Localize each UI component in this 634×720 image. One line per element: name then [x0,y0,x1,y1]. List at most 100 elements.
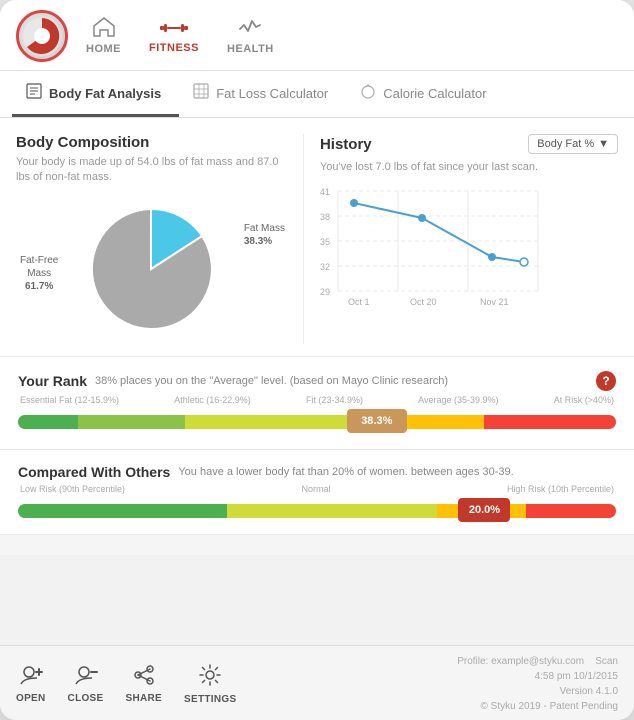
fitness-icon [160,18,188,40]
rank-seg-atrisk [484,415,616,429]
rank-label-fit: Fit (23-34.9%) [306,395,363,405]
nav-fitness-label: FITNESS [149,42,199,54]
compared-indicator: 20.0% [458,498,510,522]
profile-label: Profile: [457,656,488,667]
top-nav: HOME FITNESS [0,0,634,71]
profile-row: Profile: example@styku.com Scan 4:58 pm … [457,654,618,684]
rank-section: Your Rank 38% places you on the "Average… [0,357,634,450]
body-comp-subtitle: Your body is made up of 54.0 lbs of fat … [16,155,287,186]
open-button[interactable]: OPEN [16,665,46,704]
rank-seg-athletic [78,415,186,429]
rank-indicator: 38.3% [347,409,407,433]
compared-seg-high [526,504,616,518]
pie-chart-area: Fat-FreeMass61.7% Fat Mass 38.3% [16,194,287,344]
toolbar-actions: OPEN CLOSE [16,664,236,705]
version-text: Version 4.1.0 [560,686,618,697]
open-label: OPEN [16,693,46,704]
main-content: Body Composition Your body is made up of… [0,118,634,645]
nav-home[interactable]: HOME [86,17,121,55]
compared-bar-bg [18,504,616,518]
close-label: CLOSE [68,693,104,704]
compared-label-low: Low Risk (90th Percentile) [20,484,125,494]
share-button[interactable]: SHARE [126,665,163,704]
toolbar-info: Profile: example@styku.com Scan 4:58 pm … [457,654,618,714]
svg-text:Oct 20: Oct 20 [410,297,437,307]
rank-bar-container: 38.3% [18,409,616,435]
dropdown-label: Body Fat % [537,138,594,150]
nav-health-label: HEALTH [227,43,274,55]
svg-text:41: 41 [320,187,330,197]
scan-label: Scan [595,656,618,667]
body-comp-title: Body Composition [16,134,287,151]
body-composition-panel: Body Composition Your body is made up of… [16,134,303,344]
tabs-bar: Body Fat Analysis Fat Loss Calculator [0,71,634,118]
history-chart-area: 41 38 35 32 29 [320,183,618,313]
rank-seg-essential [18,415,78,429]
compared-seg-low [18,504,227,518]
profile-email: example@styku.com [491,656,584,667]
copyright-text: © Styku 2019 - Patent Pending [481,701,618,712]
compared-label-normal: Normal [301,484,330,494]
home-icon [93,17,115,41]
nav-fitness[interactable]: FITNESS [149,18,199,54]
compared-labels: Low Risk (90th Percentile) Normal High R… [18,484,616,494]
rank-seg-fit [185,415,352,429]
pie-chart-svg [71,199,231,339]
share-label: SHARE [126,693,163,704]
nav-items: HOME FITNESS [86,17,274,55]
app-container: HOME FITNESS [0,0,634,720]
svg-text:Nov 21: Nov 21 [480,297,509,307]
close-button[interactable]: CLOSE [68,665,104,704]
share-icon [132,665,156,691]
tab-fat-loss-label: Fat Loss Calculator [216,86,328,101]
svg-text:Oct 1: Oct 1 [348,297,370,307]
close-person-icon [74,665,98,691]
tab-body-fat[interactable]: Body Fat Analysis [12,71,179,117]
rank-labels: Essential Fat (12-15.9%) Athletic (16-22… [18,395,616,405]
rank-label-athletic: Athletic (16-22.9%) [174,395,251,405]
bottom-toolbar: OPEN CLOSE [0,645,634,720]
rank-title-row: Your Rank 38% places you on the "Average… [18,371,616,391]
history-title: History [320,136,372,153]
fat-free-pct: 61.7% [25,281,53,292]
settings-button[interactable]: SETTINGS [184,664,236,705]
rank-label-essential: Essential Fat (12-15.9%) [20,395,119,405]
history-panel: History Body Fat % ▼ You've lost 7.0 lbs… [303,134,618,344]
compared-indicator-value: 20.0% [469,504,500,516]
rank-indicator-value: 38.3% [361,415,392,427]
compared-title: Compared With Others [18,464,170,480]
settings-icon [199,664,221,692]
fat-loss-tab-icon [193,83,209,104]
tab-body-fat-label: Body Fat Analysis [49,86,161,101]
rank-label-atrisk: At Risk (>40%) [554,395,614,405]
compared-title-row: Compared With Others You have a lower bo… [18,464,616,480]
history-dropdown-btn[interactable]: Body Fat % ▼ [528,134,618,154]
body-fat-tab-icon [26,83,42,104]
top-row: Body Composition Your body is made up of… [0,118,634,357]
svg-text:38: 38 [320,212,330,222]
tab-calorie[interactable]: Calorie Calculator [346,71,504,117]
scan-date: 4:58 pm 10/1/2015 [535,671,618,682]
compared-label-high: High Risk (10th Percentile) [507,484,614,494]
rank-label-average: Average (35-39.9%) [418,395,498,405]
version-row: Version 4.1.0 © Styku 2019 - Patent Pend… [457,684,618,714]
history-dropdown-area: Body Fat % ▼ [528,134,618,154]
health-icon [239,17,261,41]
fat-mass-text: Fat Mass [244,223,285,234]
compared-section: Compared With Others You have a lower bo… [0,450,634,535]
settings-label: SETTINGS [184,694,236,705]
fat-mass-pct: 38.3% [244,236,272,247]
nav-health[interactable]: HEALTH [227,17,274,55]
tab-fat-loss[interactable]: Fat Loss Calculator [179,71,346,117]
svg-text:29: 29 [320,287,330,297]
rank-help-icon[interactable]: ? [596,371,616,391]
compared-description: You have a lower body fat than 20% of wo… [178,466,513,478]
app-logo [16,10,68,62]
history-subtitle: You've lost 7.0 lbs of fat since your la… [320,160,618,175]
compared-seg-normal [227,504,436,518]
compared-bar-container: 20.0% [18,498,616,524]
svg-text:32: 32 [320,262,330,272]
open-icon [19,665,43,691]
svg-text:35: 35 [320,237,330,247]
fat-free-label: Fat-FreeMass61.7% [20,254,58,293]
